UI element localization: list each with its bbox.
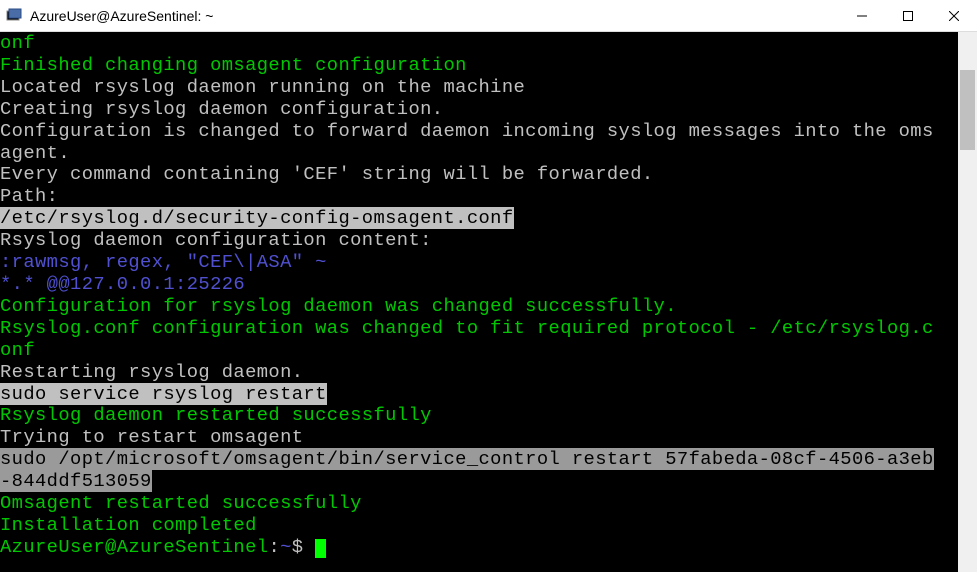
cursor xyxy=(315,539,326,558)
terminal-line: onf xyxy=(0,340,958,362)
terminal[interactable]: onfFinished changing omsagent configurat… xyxy=(0,32,958,572)
terminal-line: agent. xyxy=(0,143,958,165)
terminal-line: Trying to restart omsagent xyxy=(0,427,958,449)
maximize-button[interactable] xyxy=(885,0,931,31)
terminal-line: :rawmsg, regex, "CEF\|ASA" ~ xyxy=(0,252,958,274)
window-titlebar: AzureUser@AzureSentinel: ~ xyxy=(0,0,977,32)
terminal-line: Rsyslog daemon configuration content: xyxy=(0,230,958,252)
app-icon xyxy=(4,6,24,26)
terminal-line: /etc/rsyslog.d/security-config-omsagent.… xyxy=(0,208,958,230)
terminal-line: Rsyslog daemon restarted successfully xyxy=(0,405,958,427)
terminal-line: Located rsyslog daemon running on the ma… xyxy=(0,77,958,99)
terminal-line: Finished changing omsagent configuration xyxy=(0,55,958,77)
terminal-line: onf xyxy=(0,33,958,55)
close-button[interactable] xyxy=(931,0,977,31)
terminal-line: Restarting rsyslog daemon. xyxy=(0,362,958,384)
terminal-line: *.* @@127.0.0.1:25226 xyxy=(0,274,958,296)
terminal-line: Configuration for rsyslog daemon was cha… xyxy=(0,296,958,318)
terminal-line: Creating rsyslog daemon configuration. xyxy=(0,99,958,121)
terminal-line: sudo service rsyslog restart xyxy=(0,384,958,406)
terminal-line: sudo /opt/microsoft/omsagent/bin/service… xyxy=(0,449,958,471)
minimize-button[interactable] xyxy=(839,0,885,31)
terminal-line: Omsagent restarted successfully xyxy=(0,493,958,515)
terminal-container: onfFinished changing omsagent configurat… xyxy=(0,32,977,572)
terminal-prompt[interactable]: AzureUser@AzureSentinel:~$ xyxy=(0,537,958,559)
window-controls xyxy=(839,0,977,31)
window-title: AzureUser@AzureSentinel: ~ xyxy=(30,8,839,24)
terminal-line: Installation completed xyxy=(0,515,958,537)
scrollbar-thumb[interactable] xyxy=(960,70,975,150)
terminal-line: Configuration is changed to forward daem… xyxy=(0,121,958,143)
scrollbar-track[interactable] xyxy=(958,32,977,572)
terminal-line: Path: xyxy=(0,186,958,208)
terminal-line: Rsyslog.conf configuration was changed t… xyxy=(0,318,958,340)
terminal-line: Every command containing 'CEF' string wi… xyxy=(0,164,958,186)
terminal-line: -844ddf513059 xyxy=(0,471,958,493)
